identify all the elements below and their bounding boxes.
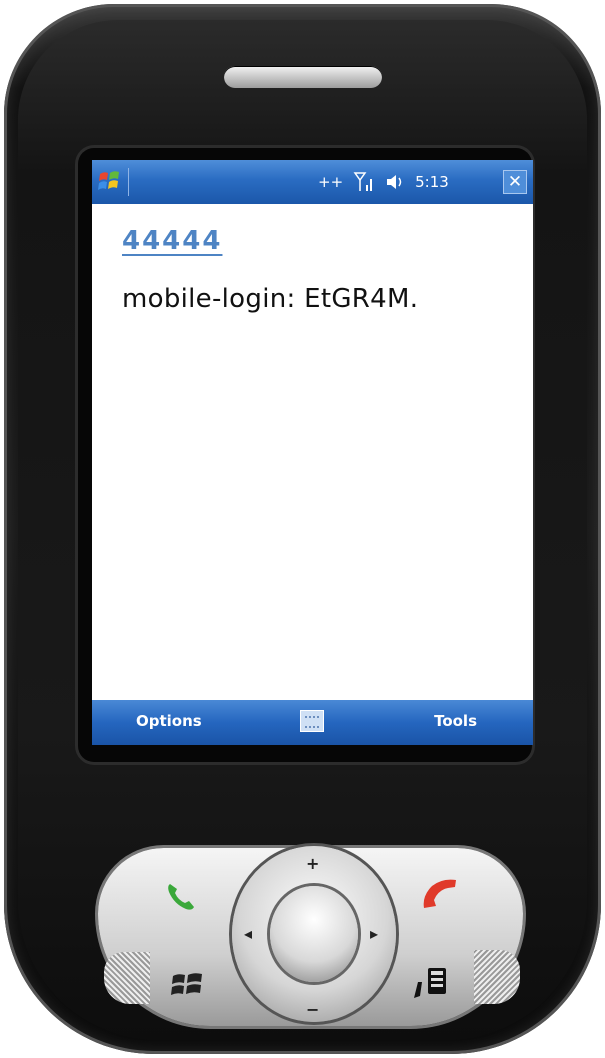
clock-time[interactable]: 5:13: [415, 173, 449, 191]
connectivity-icon: ++: [318, 173, 344, 191]
sender-link[interactable]: 44444: [122, 226, 222, 256]
call-icon[interactable]: [164, 880, 198, 914]
options-softkey[interactable]: Options: [136, 712, 202, 730]
status-separator: [128, 168, 129, 196]
volume-icon[interactable]: [385, 172, 405, 192]
device-screen: ++ 5:13 ✕ 44444 mobile-login: EtGR4M. Op…: [92, 160, 533, 745]
signal-icon[interactable]: [353, 171, 375, 193]
dpad-down[interactable]: −: [306, 1000, 319, 1019]
dpad-left[interactable]: ◂: [244, 924, 252, 943]
windows-flag-icon[interactable]: [98, 168, 122, 194]
dpad-up[interactable]: +: [306, 854, 319, 873]
status-icons: ++ 5:13: [318, 168, 449, 196]
ok-key-icon[interactable]: [408, 962, 452, 1002]
action-button[interactable]: [270, 886, 358, 982]
message-body: mobile-login: EtGR4M.: [122, 284, 419, 314]
earpiece-speaker: [224, 66, 382, 88]
message-view: 44444 mobile-login: EtGR4M.: [92, 204, 533, 700]
close-button[interactable]: ✕: [503, 170, 527, 194]
dpad-right[interactable]: ▸: [370, 924, 378, 943]
keyboard-icon[interactable]: [300, 710, 324, 732]
tools-softkey[interactable]: Tools: [434, 712, 477, 730]
left-speaker-grille: [104, 952, 150, 1004]
windows-key-icon[interactable]: [170, 970, 206, 1000]
end-call-icon[interactable]: [420, 876, 460, 912]
soft-key-bar: Options Tools: [92, 700, 533, 745]
status-bar: ++ 5:13 ✕: [92, 160, 533, 204]
